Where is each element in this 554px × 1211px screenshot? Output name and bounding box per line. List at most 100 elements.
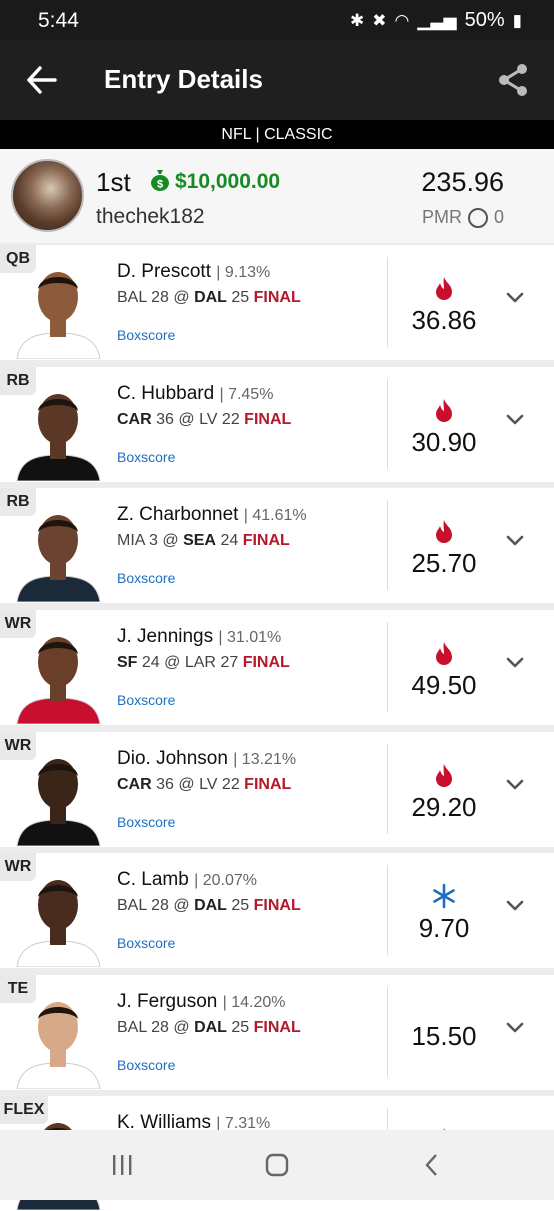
team-two: LV	[199, 776, 218, 793]
boxscore-link[interactable]: Boxscore	[117, 935, 175, 951]
divider	[387, 744, 388, 834]
fantasy-points: 25.70	[411, 548, 477, 578]
player-row[interactable]: WR Dio. Johnson | 13.21% CAR 36 @ LV 22 …	[0, 732, 554, 847]
chevron-down-icon[interactable]	[505, 1021, 525, 1035]
ownership-pct: 41.61%	[252, 507, 307, 524]
boxscore-link[interactable]: Boxscore	[117, 1057, 175, 1073]
player-name: Dio. Johnson	[117, 748, 228, 769]
player-row[interactable]: QB D. Prescott | 9.13% BAL 28 @ DAL 25 F…	[0, 245, 554, 360]
system-nav-bar	[0, 1130, 554, 1200]
game-separator: @	[173, 289, 190, 306]
chevron-down-icon[interactable]	[505, 899, 525, 913]
ownership-separator: |	[222, 994, 232, 1011]
ownership-pct: 7.45%	[228, 386, 274, 403]
chevron-down-icon[interactable]	[505, 291, 525, 305]
boxscore-link[interactable]: Boxscore	[117, 570, 175, 586]
boxscore-link[interactable]: Boxscore	[117, 814, 175, 830]
player-name: Z. Charbonnet	[117, 504, 239, 525]
score-one: 28	[151, 289, 169, 306]
pmr-label: PMR	[421, 207, 462, 227]
chevron-down-icon[interactable]	[505, 656, 525, 670]
score-two: 27	[220, 654, 239, 671]
wifi-icon: ◠	[394, 10, 410, 30]
score-two: 22	[221, 776, 240, 793]
player-name-line[interactable]: Dio. Johnson | 13.21%	[117, 748, 296, 770]
team-home-bold: DAL	[194, 1019, 227, 1036]
player-photo	[16, 759, 101, 846]
team-home-bold: CAR	[117, 776, 152, 793]
status-icons: ✱ ✖ ◠ ▁▃▅ 50% ▮	[350, 9, 522, 32]
boxscore-link[interactable]: Boxscore	[117, 327, 175, 343]
game-status: FINAL	[253, 289, 301, 306]
boxscore-link[interactable]: Boxscore	[117, 449, 175, 465]
player-name-line[interactable]: J. Jennings | 31.01%	[117, 626, 281, 648]
score-one: 28	[151, 1019, 169, 1036]
player-name-line[interactable]: Z. Charbonnet | 41.61%	[117, 504, 307, 526]
divider	[387, 987, 388, 1077]
player-row[interactable]: RB Z. Charbonnet | 41.61% MIA 3 @ SEA 24…	[0, 488, 554, 603]
player-row[interactable]: WR C. Lamb | 20.07% BAL 28 @ DAL 25 FINA…	[0, 853, 554, 968]
signal-icon: ▁▃▅	[417, 10, 457, 30]
chevron-down-icon[interactable]	[505, 534, 525, 548]
divider	[387, 865, 388, 955]
player-row[interactable]: RB C. Hubbard | 7.45% CAR 36 @ LV 22 FIN…	[0, 367, 554, 482]
player-row[interactable]: WR J. Jennings | 31.01% SF 24 @ LAR 27 F…	[0, 610, 554, 725]
player-name-line[interactable]: D. Prescott | 9.13%	[117, 261, 270, 283]
battery-icon: ▮	[512, 10, 522, 30]
flame-icon	[436, 764, 452, 787]
home-icon[interactable]	[264, 1152, 290, 1178]
game-status: FINAL	[253, 1019, 301, 1036]
game-separator: @	[173, 1019, 190, 1036]
pmr: PMR 0	[422, 207, 504, 228]
player-photo	[16, 515, 101, 602]
fantasy-points: 36.86	[411, 305, 477, 335]
divider	[387, 257, 388, 347]
entry-rank: 1st	[96, 167, 131, 197]
boxscore-link[interactable]: Boxscore	[117, 692, 175, 708]
player-name: J. Jennings	[117, 626, 214, 647]
avatar	[11, 159, 84, 232]
player-name: J. Ferguson	[117, 991, 218, 1012]
player-photo	[16, 1002, 101, 1089]
back-arrow-icon[interactable]	[26, 62, 58, 98]
snowflake-icon	[433, 883, 455, 909]
player-name-line[interactable]: C. Hubbard | 7.45%	[117, 383, 273, 405]
total-points: 235.96	[421, 167, 504, 197]
team-home-bold: SEA	[183, 532, 216, 549]
divider	[387, 379, 388, 469]
back-nav-icon[interactable]	[422, 1152, 442, 1178]
money-bag-icon: $	[151, 170, 169, 191]
chevron-down-icon[interactable]	[505, 413, 525, 427]
fantasy-points: 15.50	[411, 1021, 477, 1051]
share-icon[interactable]	[496, 62, 530, 98]
score-one: 36	[156, 411, 174, 428]
game-separator: @	[173, 897, 190, 914]
team-home-bold: DAL	[194, 289, 227, 306]
player-name: C. Hubbard	[117, 383, 215, 404]
player-name-line[interactable]: C. Lamb | 20.07%	[117, 869, 257, 891]
score-one: 3	[149, 532, 158, 549]
score-two: 25	[231, 897, 250, 914]
game-line: BAL 28 @ DAL 25 FINAL	[117, 897, 301, 915]
game-status: FINAL	[244, 776, 292, 793]
bluetooth-icon: ✱	[350, 10, 365, 30]
game-status: FINAL	[242, 654, 290, 671]
player-row[interactable]: TE J. Ferguson | 14.20% BAL 28 @ DAL 25 …	[0, 975, 554, 1090]
recent-apps-icon[interactable]	[110, 1152, 134, 1178]
mute-icon: ✖	[372, 10, 387, 30]
team-two: LAR	[184, 654, 216, 671]
team-home-bold: DAL	[194, 897, 227, 914]
player-name: C. Lamb	[117, 869, 189, 890]
flame-icon	[436, 277, 452, 300]
game-line: SF 24 @ LAR 27 FINAL	[117, 654, 290, 672]
pmr-value: 0	[493, 207, 504, 227]
ownership-separator: |	[194, 872, 203, 889]
ownership-separator: |	[219, 386, 229, 403]
fantasy-points: 29.20	[411, 792, 477, 822]
team-one: BAL	[117, 289, 147, 306]
score-one: 36	[156, 776, 174, 793]
chevron-down-icon[interactable]	[505, 778, 525, 792]
player-name-line[interactable]: J. Ferguson | 14.20%	[117, 991, 285, 1013]
game-line: BAL 28 @ DAL 25 FINAL	[117, 1019, 301, 1037]
status-bar: 5:44 ✱ ✖ ◠ ▁▃▅ 50% ▮	[0, 0, 554, 40]
